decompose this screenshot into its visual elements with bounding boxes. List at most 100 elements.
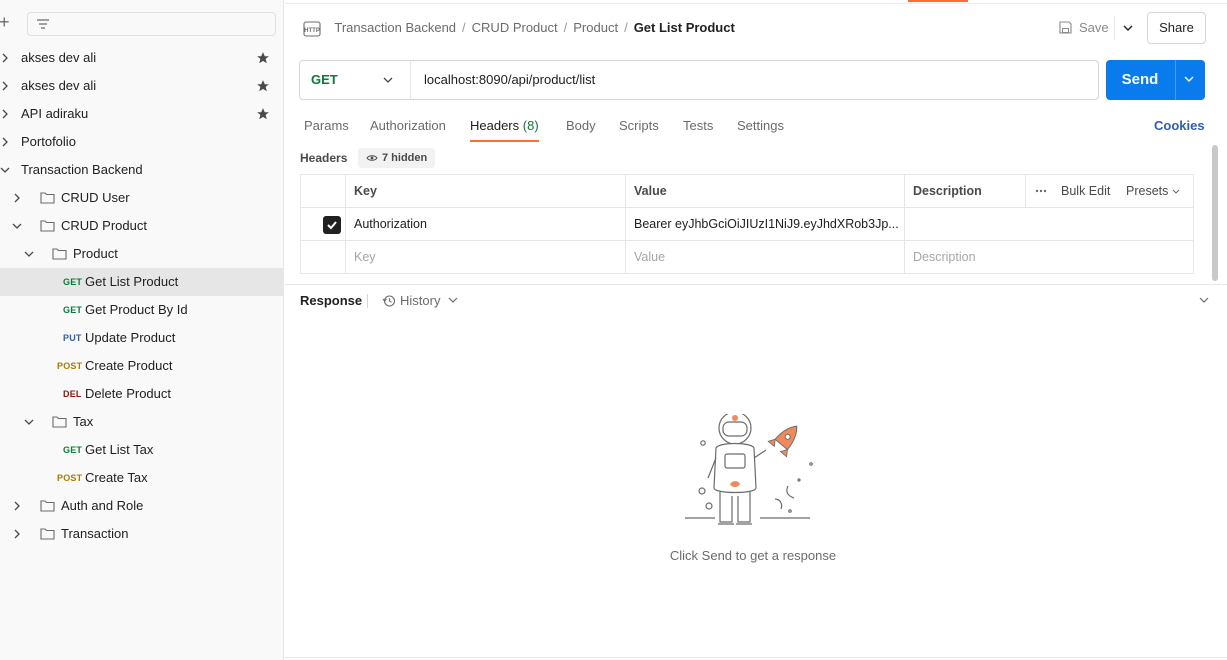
send-button[interactable]: Send bbox=[1106, 60, 1205, 100]
breadcrumb-item[interactable]: Transaction Backend bbox=[334, 20, 456, 35]
collection-label: API adiraku bbox=[21, 106, 89, 121]
chevron-right-icon[interactable] bbox=[0, 53, 10, 63]
chevron-right-icon[interactable] bbox=[0, 81, 10, 91]
request-item[interactable]: DEL Delete Product bbox=[0, 380, 284, 408]
breadcrumb-item[interactable]: CRUD Product bbox=[472, 20, 558, 35]
request-item[interactable]: GET Get Product By Id bbox=[0, 296, 284, 324]
headers-title: Headers bbox=[300, 151, 348, 165]
divider bbox=[367, 294, 368, 308]
star-icon[interactable] bbox=[256, 79, 270, 93]
chevron-right-icon[interactable] bbox=[0, 137, 10, 147]
table-header-row: Key Value Description Bulk Edit Presets bbox=[301, 175, 1193, 208]
chevron-down-icon[interactable] bbox=[1184, 75, 1194, 83]
divider bbox=[285, 284, 1227, 285]
row-checkbox[interactable] bbox=[323, 216, 341, 234]
breadcrumb: HTTP Transaction Backend / CRUD Product / Pr… bbox=[303, 14, 735, 42]
collection-item[interactable]: akses dev ali bbox=[0, 44, 284, 72]
star-icon[interactable] bbox=[256, 107, 270, 121]
folder-item[interactable]: Transaction bbox=[0, 520, 284, 548]
folder-item[interactable]: Auth and Role bbox=[0, 492, 284, 520]
history-dropdown[interactable]: History bbox=[382, 292, 462, 310]
collection-label: Transaction Backend bbox=[21, 162, 143, 177]
request-item[interactable]: POST Create Product bbox=[0, 352, 284, 380]
history-label: History bbox=[400, 293, 441, 308]
method-badge: POST bbox=[57, 473, 83, 483]
url-input[interactable]: localhost:8090/api/product/list bbox=[424, 72, 595, 87]
chevron-down-icon[interactable] bbox=[0, 165, 10, 175]
save-button[interactable]: Save bbox=[1058, 16, 1109, 40]
collection-item[interactable]: akses dev ali bbox=[0, 72, 284, 100]
chevron-down-icon[interactable] bbox=[24, 417, 34, 427]
bulk-edit-button[interactable]: Bulk Edit bbox=[1061, 175, 1110, 207]
tab-headers[interactable]: Headers (8) bbox=[470, 114, 539, 142]
collection-item[interactable]: Portofolio bbox=[0, 128, 284, 156]
method-select[interactable]: GET bbox=[300, 61, 411, 99]
folder-icon bbox=[40, 220, 55, 232]
cookies-link[interactable]: Cookies bbox=[1154, 114, 1205, 138]
more-icon[interactable] bbox=[1035, 189, 1047, 193]
collection-tree: akses dev ali akses dev ali API adiraku … bbox=[0, 44, 284, 548]
breadcrumb-separator: / bbox=[624, 20, 628, 35]
collection-item[interactable]: Transaction Backend bbox=[0, 156, 284, 184]
tab-scripts[interactable]: Scripts bbox=[619, 114, 659, 142]
chevron-down-icon[interactable] bbox=[24, 249, 34, 259]
header-key-cell[interactable]: Authorization bbox=[346, 208, 626, 240]
method-badge: POST bbox=[57, 361, 83, 371]
chevron-right-icon[interactable] bbox=[12, 193, 22, 203]
column-header-description: Description bbox=[905, 175, 1026, 207]
star-icon[interactable] bbox=[256, 51, 270, 65]
divider bbox=[1114, 16, 1115, 40]
request-item[interactable]: POST Create Tax bbox=[0, 464, 284, 492]
breadcrumb-item[interactable]: Product bbox=[573, 20, 618, 35]
checkbox-cell bbox=[301, 241, 346, 273]
folder-label: Auth and Role bbox=[61, 498, 144, 513]
share-button[interactable]: Share bbox=[1147, 12, 1206, 44]
folder-item[interactable]: CRUD User bbox=[0, 184, 284, 212]
folder-item[interactable]: CRUD Product bbox=[0, 212, 284, 240]
folder-item[interactable]: Tax bbox=[0, 408, 284, 436]
check-icon bbox=[327, 221, 337, 230]
chevron-right-icon[interactable] bbox=[12, 529, 22, 539]
presets-dropdown[interactable]: Presets bbox=[1126, 175, 1180, 207]
folder-icon bbox=[52, 416, 67, 428]
collection-label: akses dev ali bbox=[21, 50, 97, 65]
key-placeholder[interactable]: Key bbox=[346, 241, 626, 273]
request-item[interactable]: GET Get List Tax bbox=[0, 436, 284, 464]
chevron-down-icon[interactable] bbox=[1118, 16, 1138, 40]
folder-icon bbox=[40, 528, 55, 540]
request-item[interactable]: PUT Update Product bbox=[0, 324, 284, 352]
tab-params[interactable]: Params bbox=[304, 114, 349, 142]
request-item[interactable]: GET Get List Product bbox=[0, 268, 284, 296]
tab-authorization[interactable]: Authorization bbox=[370, 114, 446, 142]
hidden-headers-toggle[interactable]: 7 hidden bbox=[358, 148, 436, 168]
chevron-down-icon[interactable] bbox=[1199, 297, 1209, 304]
request-editor: HTTP Transaction Backend / CRUD Product / Pr… bbox=[285, 0, 1227, 660]
header-description-cell[interactable] bbox=[905, 208, 1193, 240]
add-icon[interactable]: + bbox=[0, 13, 10, 31]
request-title[interactable]: Get List Product bbox=[634, 20, 735, 35]
collection-item[interactable]: API adiraku bbox=[0, 100, 284, 128]
request-label: Get Product By Id bbox=[85, 302, 188, 317]
method-badge: GET bbox=[63, 305, 83, 315]
sidebar-toolbar: + bbox=[0, 10, 284, 38]
send-label: Send bbox=[1121, 71, 1159, 88]
method-badge: GET bbox=[63, 445, 83, 455]
chevron-down-icon bbox=[448, 297, 458, 303]
value-placeholder[interactable]: Value bbox=[626, 241, 905, 273]
response-title: Response bbox=[300, 293, 363, 308]
sidebar-filter-input[interactable] bbox=[27, 12, 276, 36]
header-value-cell[interactable]: Bearer eyJhbGciOiJIUzI1NiJ9.eyJhdXRob3Jp… bbox=[626, 208, 905, 240]
chevron-down-icon[interactable] bbox=[12, 221, 22, 231]
tab-count: (8) bbox=[522, 118, 539, 133]
description-placeholder[interactable]: Description bbox=[905, 241, 1193, 273]
chevron-right-icon[interactable] bbox=[0, 109, 10, 119]
checkbox-column-header bbox=[301, 175, 346, 207]
divider bbox=[1175, 60, 1176, 100]
folder-label: Transaction bbox=[61, 526, 129, 541]
tab-body[interactable]: Body bbox=[566, 114, 596, 142]
scrollbar[interactable] bbox=[1212, 145, 1218, 281]
tab-settings[interactable]: Settings bbox=[737, 114, 784, 142]
folder-item[interactable]: Product bbox=[0, 240, 284, 268]
chevron-right-icon[interactable] bbox=[12, 501, 22, 511]
tab-tests[interactable]: Tests bbox=[683, 114, 713, 142]
